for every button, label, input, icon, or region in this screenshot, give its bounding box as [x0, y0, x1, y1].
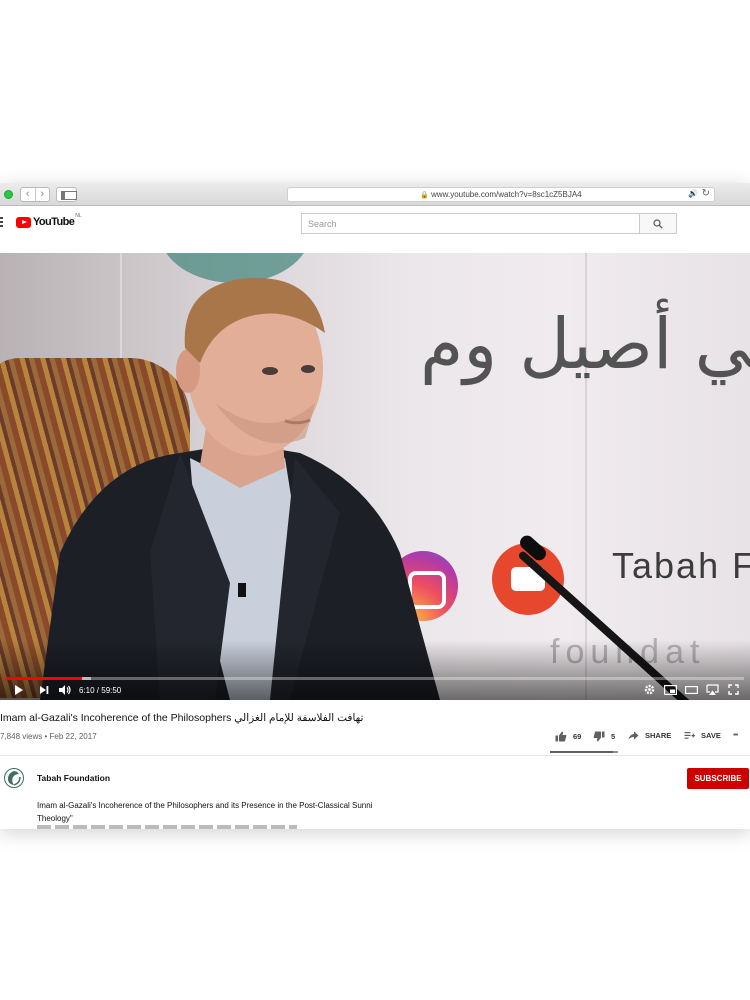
- search-input[interactable]: [302, 214, 639, 234]
- video-title: Imam al-Gazali's Incoherence of the Phil…: [0, 712, 364, 724]
- sidebar-toggle-icon[interactable]: [56, 187, 77, 202]
- youtube-play-logo-icon: [16, 216, 31, 228]
- dislike-count: 5: [611, 732, 616, 741]
- like-button[interactable]: 69: [555, 731, 581, 742]
- search-button[interactable]: [639, 213, 677, 234]
- save-label: SAVE: [701, 731, 721, 740]
- share-button[interactable]: SHARE: [628, 731, 671, 740]
- history-nav: ‹ ›: [20, 187, 50, 202]
- like-count: 69: [573, 732, 582, 741]
- progress-bar[interactable]: [6, 677, 744, 680]
- url-text: www.youtube.com/watch?v=8sc1cZ5BJA4: [431, 190, 582, 199]
- player-controls: 6:10 / 59:50: [0, 681, 750, 700]
- save-button[interactable]: SAVE: [684, 731, 721, 740]
- miniplayer-icon[interactable]: [664, 685, 677, 695]
- share-label: SHARE: [645, 731, 672, 740]
- audio-playing-icon[interactable]: 🔊: [688, 189, 698, 198]
- speaker-figure: [40, 277, 440, 700]
- thumbs-up-icon: [555, 731, 567, 742]
- thumbs-down-icon: [593, 731, 605, 742]
- youtube-logo[interactable]: YouTube NL: [16, 213, 82, 228]
- forward-button[interactable]: ›: [34, 188, 50, 201]
- share-arrow-icon: [628, 731, 639, 740]
- airplay-icon[interactable]: [706, 684, 719, 695]
- reload-icon[interactable]: ↻: [702, 188, 710, 199]
- search-box: [301, 213, 640, 234]
- channel-avatar[interactable]: [4, 768, 24, 788]
- view-count-date: 7,848 views • Feb 22, 2017: [0, 732, 97, 741]
- description-truncated-line: [37, 825, 297, 829]
- next-icon[interactable]: [39, 685, 49, 695]
- play-icon[interactable]: [14, 684, 24, 696]
- browser-toolbar: ‹ › 🔒 www.youtube.com/watch?v=8sc1cZ5BJA4…: [0, 183, 750, 206]
- video-description: Imam al-Gazali's Incoherence of the Phil…: [37, 801, 373, 823]
- settings-gear-icon[interactable]: [644, 684, 655, 695]
- address-bar[interactable]: 🔒 www.youtube.com/watch?v=8sc1cZ5BJA4 🔊 ↻: [287, 187, 715, 202]
- video-player[interactable]: سلامي أصيل وم Tabah F foundat: [0, 253, 750, 700]
- time-display: 6:10 / 59:50: [79, 686, 122, 695]
- logo-text: YouTube: [33, 216, 75, 228]
- sentiment-bar: [550, 751, 618, 753]
- more-actions-button[interactable]: •••: [733, 732, 738, 739]
- youtube-header: YouTube NL: [0, 206, 750, 238]
- subscribe-button[interactable]: SUBSCRIBE: [687, 768, 749, 789]
- menu-icon[interactable]: [0, 217, 3, 228]
- sentiment-bar-likes: [550, 751, 614, 753]
- wall-tabah-text: Tabah F: [612, 545, 750, 586]
- browser-window: ‹ › 🔒 www.youtube.com/watch?v=8sc1cZ5BJA4…: [0, 183, 750, 829]
- dislike-button[interactable]: 5: [593, 731, 615, 742]
- volume-icon[interactable]: [58, 684, 71, 696]
- window-maximize-button[interactable]: [4, 190, 13, 199]
- progress-played: [6, 677, 82, 680]
- channel-name[interactable]: Tabah Foundation: [37, 773, 110, 783]
- playlist-add-icon: [684, 732, 695, 739]
- lock-icon: 🔒: [420, 192, 430, 199]
- tabah-logo-icon: [8, 771, 21, 786]
- fullscreen-icon[interactable]: [728, 684, 739, 695]
- divider: [0, 755, 750, 756]
- search-icon: [653, 218, 663, 229]
- back-button[interactable]: ‹: [21, 188, 35, 201]
- logo-region: NL: [75, 213, 82, 219]
- theater-mode-icon[interactable]: [685, 685, 698, 695]
